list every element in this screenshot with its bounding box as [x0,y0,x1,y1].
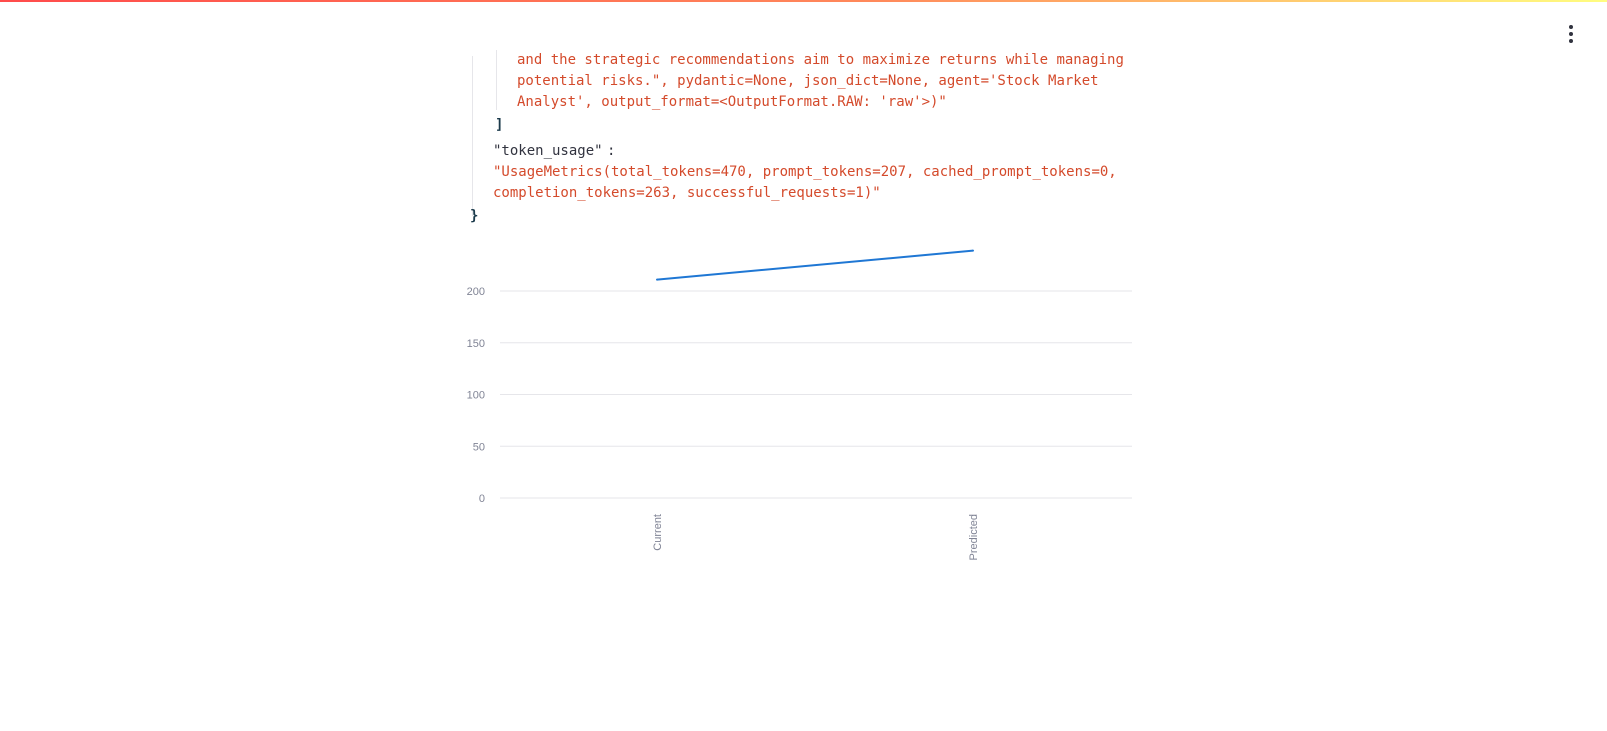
json-indent-guide-nested [496,50,497,110]
header-decoration-bar [0,0,1607,2]
description-line-2: potential risks.", pydantic=None, json_d… [517,73,1099,89]
y-tick-label: 0 [479,493,485,505]
json-indent-guide [472,56,473,216]
y-tick-label: 100 [467,390,485,402]
y-tick-label: 50 [473,441,485,453]
main-menu-button[interactable] [1559,22,1583,46]
object-close-brace: } [470,208,479,224]
kebab-menu-icon [1569,25,1573,43]
y-tick-label: 150 [467,338,485,350]
x-tick-label: Current [652,514,664,551]
token-usage-key: "token_usage" [493,143,603,159]
token-usage-value-line-1: "UsageMetrics(total_tokens=470, prompt_t… [493,164,1117,180]
line-chart: 0 50 100 150 200 Current Predicted [467,249,1132,560]
series-line [656,249,974,281]
token-usage-colon: : [607,143,616,159]
data-point [656,278,658,281]
data-point [972,249,974,252]
y-tick-label: 200 [467,286,485,298]
array-close-bracket: ] [495,117,504,133]
x-tick-label: Predicted [968,514,980,560]
token-usage-value-line-2: completion_tokens=263, successful_reques… [493,185,881,201]
description-line-3: Analyst', output_format=<OutputFormat.RA… [517,94,947,110]
description-line-1: and the strategic recommendations aim to… [517,52,1124,68]
